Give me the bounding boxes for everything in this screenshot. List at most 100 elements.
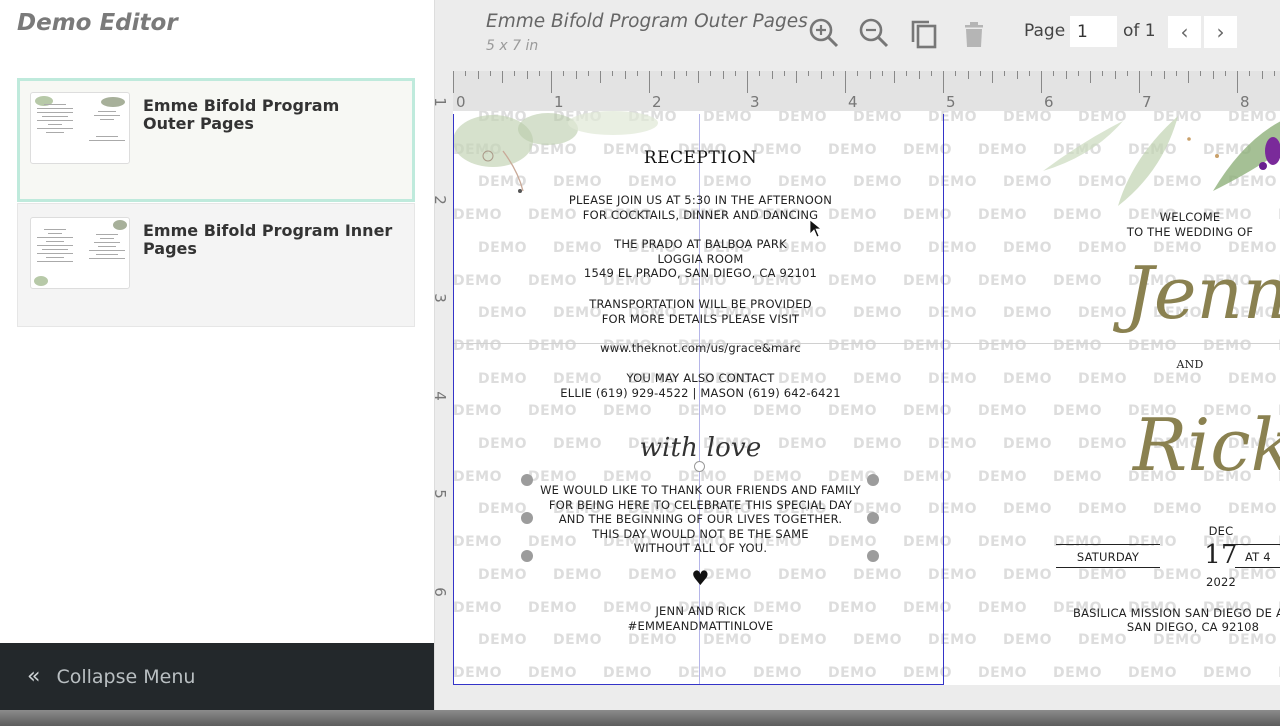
delete-button[interactable] [957,16,991,50]
date-rule [1056,567,1160,568]
ruler-tick [1200,71,1202,76]
ruler-tick [1249,71,1251,76]
ruler-tick [538,71,540,76]
horizontal-ruler: 0 1 2 3 4 5 6 7 8 [453,71,1280,111]
ruler-tick [1016,71,1018,79]
ruler-tick [563,71,565,76]
ruler-tick [722,71,724,79]
website-url[interactable]: www.theknot.com/us/grace&marc [453,341,948,356]
transport-info[interactable]: TRANSPORTATION WILL BE PROVIDED FOR MORE… [453,297,948,326]
watermark-text: DEMO [1003,436,1053,452]
text-line: PLEASE JOIN US AT 5:30 IN THE AFTERNOON [568,193,833,207]
ruler-tick [1041,71,1042,93]
zoom-in-button[interactable] [807,16,841,50]
signature-text[interactable]: JENN AND RICK #EMMEANDMATTINLOVE [453,604,948,633]
watermark-text: DEMO [1003,370,1053,387]
design-item-inner-pages[interactable]: Emme Bifold Program Inner Pages [17,203,415,327]
ruler-tick [918,71,920,79]
with-love-script[interactable]: with love [453,433,948,463]
design-canvas[interactable]: DEMO DEMO DEMO DEMO DEMO DEMO DEMO DEMO DEMO DEMO… [453,111,1280,685]
and-text[interactable]: AND [1153,358,1227,373]
reception-heading[interactable]: RECEPTION [453,150,948,167]
app-window: Demo Editor Emme Bifold Program Outer Pa… [0,0,1280,710]
watermark-text: DEMO [1153,501,1203,518]
text-line: FOR BEING HERE TO CELEBRATE THIS SPECIAL… [548,497,853,512]
heart-icon[interactable]: ♥ [453,566,948,590]
window-bottom-shadow [0,710,1280,726]
weekday-text[interactable]: SATURDAY [1056,550,1160,565]
ruler-tick [979,71,981,76]
ceremony-venue-line1[interactable]: BASILICA MISSION SAN DIEGO DE ALCALA [1073,606,1280,621]
horizontal-scroll-area[interactable] [435,685,1280,710]
rotate-handle[interactable] [694,461,705,472]
ruler-tick [1163,71,1165,79]
design-item-outer-pages[interactable]: Emme Bifold Program Outer Pages [17,78,415,202]
ruler-tick [955,71,957,76]
text-line: WELCOME [1159,210,1221,224]
watermark-text: DEMO [1153,370,1203,387]
ruler-tick [587,71,589,76]
time-text[interactable]: AT 4 [1245,550,1280,565]
watermark-text: DEMO [1078,566,1128,583]
welcome-text[interactable]: WELCOME TO THE WEDDING OF [1105,210,1275,239]
year-text[interactable]: 2022 [1191,575,1251,590]
watermark-text: DEMO [1228,501,1278,518]
ruler-tick [845,71,846,93]
ruler-tick [600,71,601,83]
text-line: WE WOULD LIKE TO THANK OUR FRIENDS AND F… [540,483,861,497]
reception-invite[interactable]: PLEASE JOIN US AT 5:30 IN THE AFTERNOON … [453,193,948,222]
ruler-label: 6 [1044,93,1054,111]
next-page-button[interactable]: › [1204,16,1237,48]
date-rule [1235,567,1280,568]
sidebar-title: Demo Editor [17,10,178,36]
ruler-label: 5 [946,93,956,111]
reception-venue[interactable]: THE PRADO AT BALBOA PARK LOGGIA ROOM 154… [453,237,948,281]
ruler-tick [820,71,822,79]
watermark-text: DEMO [1053,272,1103,289]
ruler-tick [992,71,993,83]
watermark-text: DEMO [1053,664,1103,681]
thank-you-text[interactable]: WE WOULD LIKE TO THANK OUR FRIENDS AND F… [453,483,948,556]
ruler-tick [636,71,638,76]
ruler-tick [1090,71,1091,83]
ruler-tick [734,71,736,76]
ruler-tick [906,71,908,76]
document-title: Emme Bifold Program Outer Pages [486,11,808,32]
text-line: AND THE BEGINNING OF OUR LIVES TOGETHER. [558,512,843,527]
zoom-out-icon [859,18,889,48]
editor-toolbar: Emme Bifold Program Outer Pages 5 x 7 in… [435,0,1280,66]
ruler-tick [710,71,712,76]
duplicate-button[interactable] [907,16,941,50]
ruler-tick [808,71,810,76]
ruler-tick [832,71,834,76]
page-number-input[interactable] [1070,16,1117,47]
prev-page-button[interactable]: ‹ [1168,16,1201,48]
ruler-tick [1188,71,1189,83]
ruler-tick [1126,71,1128,76]
watermark-text: DEMO [1053,534,1103,551]
page-count: of 1 [1123,21,1156,41]
page-label: Page [1024,21,1066,41]
collapse-menu-label: Collapse Menu [56,665,196,688]
foliage-decoration-right [1043,116,1280,206]
bride-name-script[interactable]: Jenn [1125,251,1280,335]
groom-name-script[interactable]: Rick [1133,403,1280,487]
ruler-tick [1212,71,1214,79]
vertical-ruler: 1 2 3 4 5 6 [435,97,453,685]
collapse-menu-button[interactable]: « Collapse Menu [0,643,434,710]
design-thumbnail [30,217,130,289]
ruler-label: 1 [554,93,564,111]
watermark-text: DEMO [1128,337,1178,354]
month-text[interactable]: DEC [1201,524,1241,539]
duplicate-icon [911,20,937,49]
ruler-tick [1151,71,1153,76]
ceremony-venue-line2[interactable]: SAN DIEGO, CA 92108 [1123,620,1263,635]
ruler-label: 2 [652,93,662,111]
chevron-left-icon: ‹ [1180,20,1189,44]
zoom-out-button[interactable] [857,16,891,50]
ruler-tick [894,71,895,83]
watermark-text: DEMO [978,468,1028,485]
ruler-tick [477,71,479,79]
day-number[interactable]: 17 [1191,541,1251,569]
contact-info[interactable]: YOU MAY ALSO CONTACT ELLIE (619) 929-452… [453,371,948,400]
